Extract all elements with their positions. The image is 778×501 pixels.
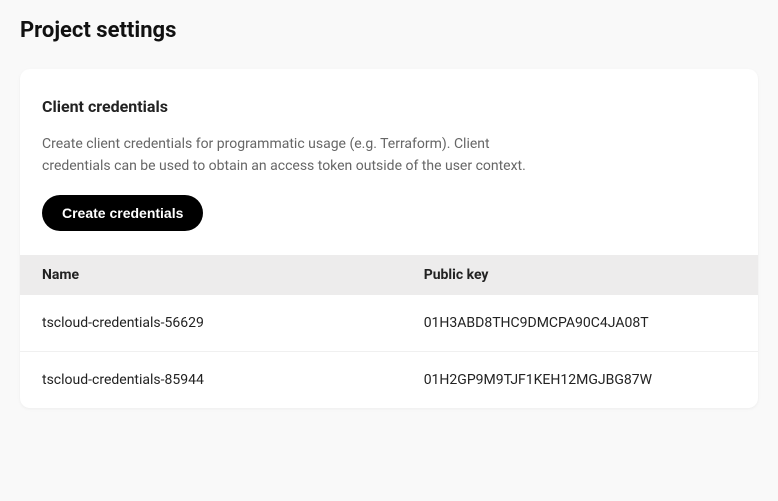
credential-name: tscloud-credentials-56629 <box>42 315 424 331</box>
credentials-card: Client credentials Create client credent… <box>20 69 758 408</box>
credential-name: tscloud-credentials-85944 <box>42 372 424 388</box>
credential-public-key: 01H2GP9M9TJF1KEH12MGJBG87W <box>424 372 736 388</box>
table-header: Name Public key <box>20 255 758 295</box>
table-header-public-key: Public key <box>424 267 736 283</box>
create-credentials-button[interactable]: Create credentials <box>42 195 203 231</box>
table-row[interactable]: tscloud-credentials-85944 01H2GP9M9TJF1K… <box>20 352 758 408</box>
page-title: Project settings <box>0 0 778 57</box>
section-description: Create client credentials for programmat… <box>20 134 580 177</box>
credential-public-key: 01H3ABD8THC9DMCPA90C4JA08T <box>424 315 736 331</box>
section-title: Client credentials <box>20 97 758 134</box>
table-header-name: Name <box>42 267 424 283</box>
table-row[interactable]: tscloud-credentials-56629 01H3ABD8THC9DM… <box>20 295 758 352</box>
